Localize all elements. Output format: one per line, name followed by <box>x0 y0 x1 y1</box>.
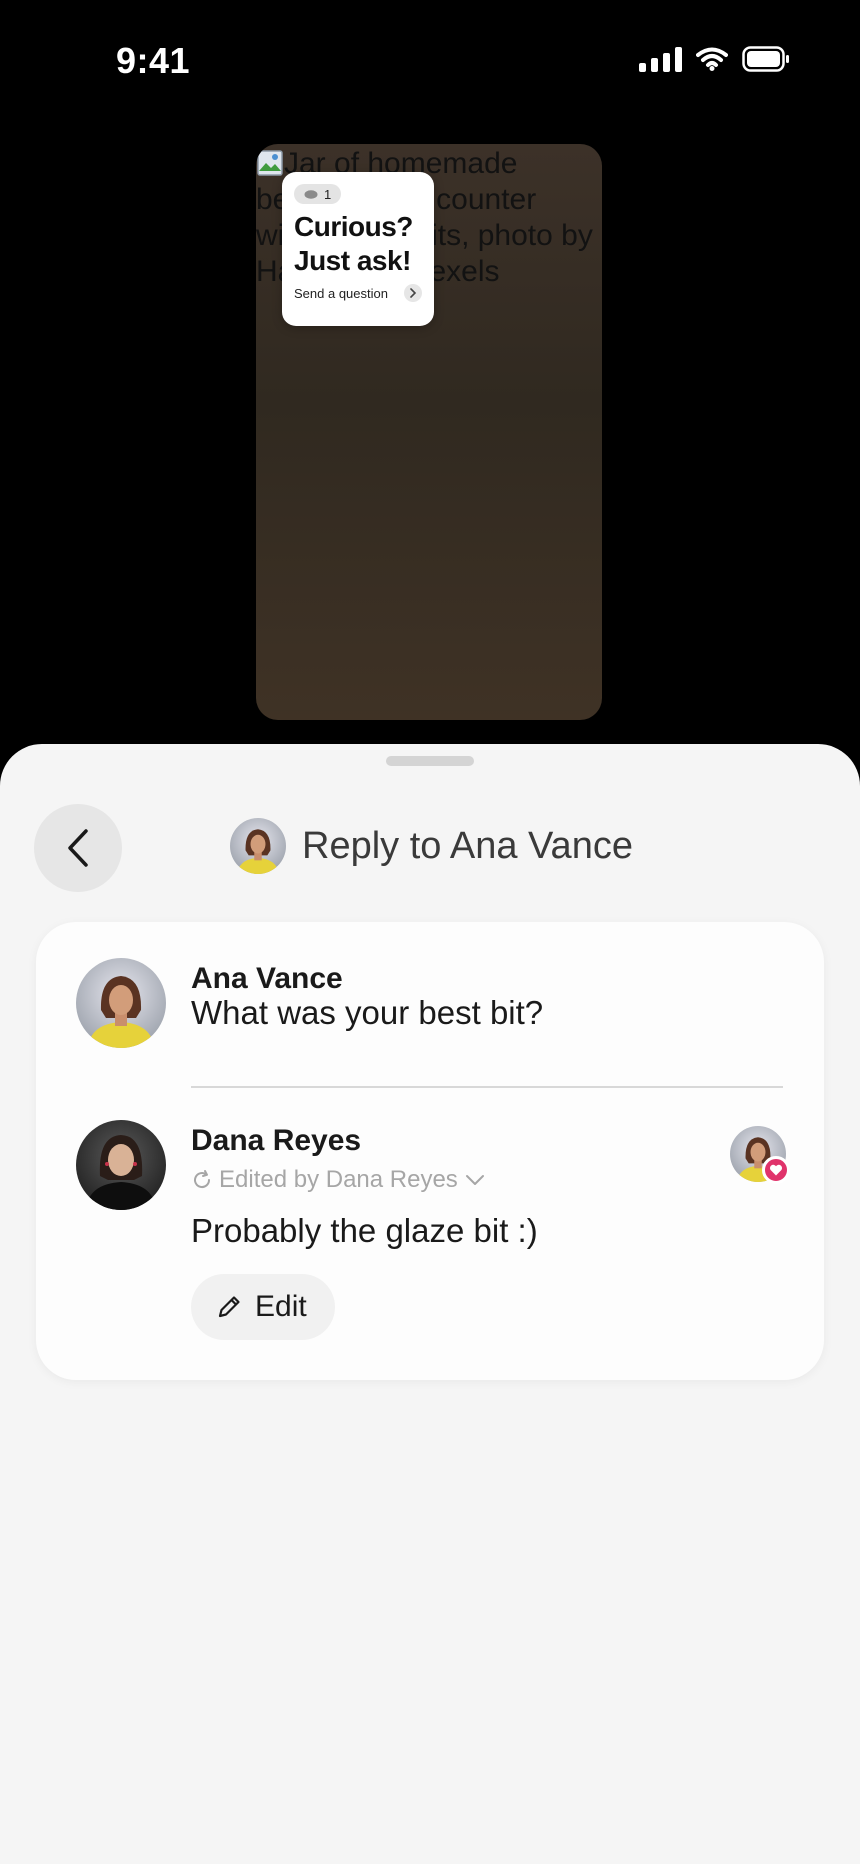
view-count: 1 <box>324 186 332 202</box>
back-button[interactable] <box>34 804 122 892</box>
edited-by-label: Edited by Dana Reyes <box>219 1166 458 1193</box>
avatar <box>230 818 286 874</box>
edit-label: Edit <box>255 1290 307 1323</box>
edited-by-menu[interactable]: Edited by Dana Reyes <box>191 1166 486 1194</box>
status-time: 9:41 <box>116 40 191 81</box>
story-preview[interactable]: Jar of homemade beehive on a counter wit… <box>256 144 602 720</box>
send-question-button[interactable]: Send a question <box>294 284 422 302</box>
question-author-avatar[interactable] <box>76 958 166 1048</box>
heart-icon <box>769 1164 783 1176</box>
chevron-right-icon <box>404 284 422 302</box>
question-text: What was your best bit? <box>191 994 544 1031</box>
chevron-down-icon <box>465 1175 484 1185</box>
sticker-title-line1: Curious? <box>294 211 413 242</box>
reply-text: Probably the glaze bit :) <box>191 1212 538 1249</box>
sheet-grab-handle[interactable] <box>386 756 474 766</box>
chevron-left-icon <box>68 829 88 867</box>
pencil-icon <box>218 1296 240 1318</box>
sheet-title: Reply to Ana Vance <box>302 824 633 867</box>
reply-author-avatar[interactable] <box>76 1120 166 1210</box>
broken-image-icon <box>257 150 283 176</box>
send-question-label: Send a question <box>294 285 388 301</box>
question-author-name[interactable]: Ana Vance <box>191 962 343 996</box>
edit-button[interactable]: Edit <box>191 1274 335 1340</box>
question-sticker[interactable]: 1 Curious? Just ask! Send a question <box>282 172 434 326</box>
refresh-icon <box>194 1170 211 1189</box>
wifi-icon <box>696 47 728 71</box>
reply-sheet: Reply to Ana Vance Ana Vance What was yo… <box>0 744 860 1864</box>
sticker-title-line2: Just ask! <box>294 245 411 276</box>
sheet-header: Reply to Ana Vance <box>230 818 633 874</box>
battery-icon <box>742 46 790 72</box>
eye-icon <box>304 189 318 199</box>
signal-icon <box>639 46 682 72</box>
thread-card: Ana Vance What was your best bit? Dana R… <box>36 922 824 1380</box>
divider <box>191 1086 783 1088</box>
status-icons <box>639 46 790 72</box>
sticker-title: Curious? Just ask! <box>294 210 422 278</box>
status-bar: 9:41 <box>0 0 860 120</box>
view-count-pill: 1 <box>294 184 342 204</box>
heart-reaction-badge <box>762 1156 790 1184</box>
reply-author-name[interactable]: Dana Reyes <box>191 1124 361 1158</box>
